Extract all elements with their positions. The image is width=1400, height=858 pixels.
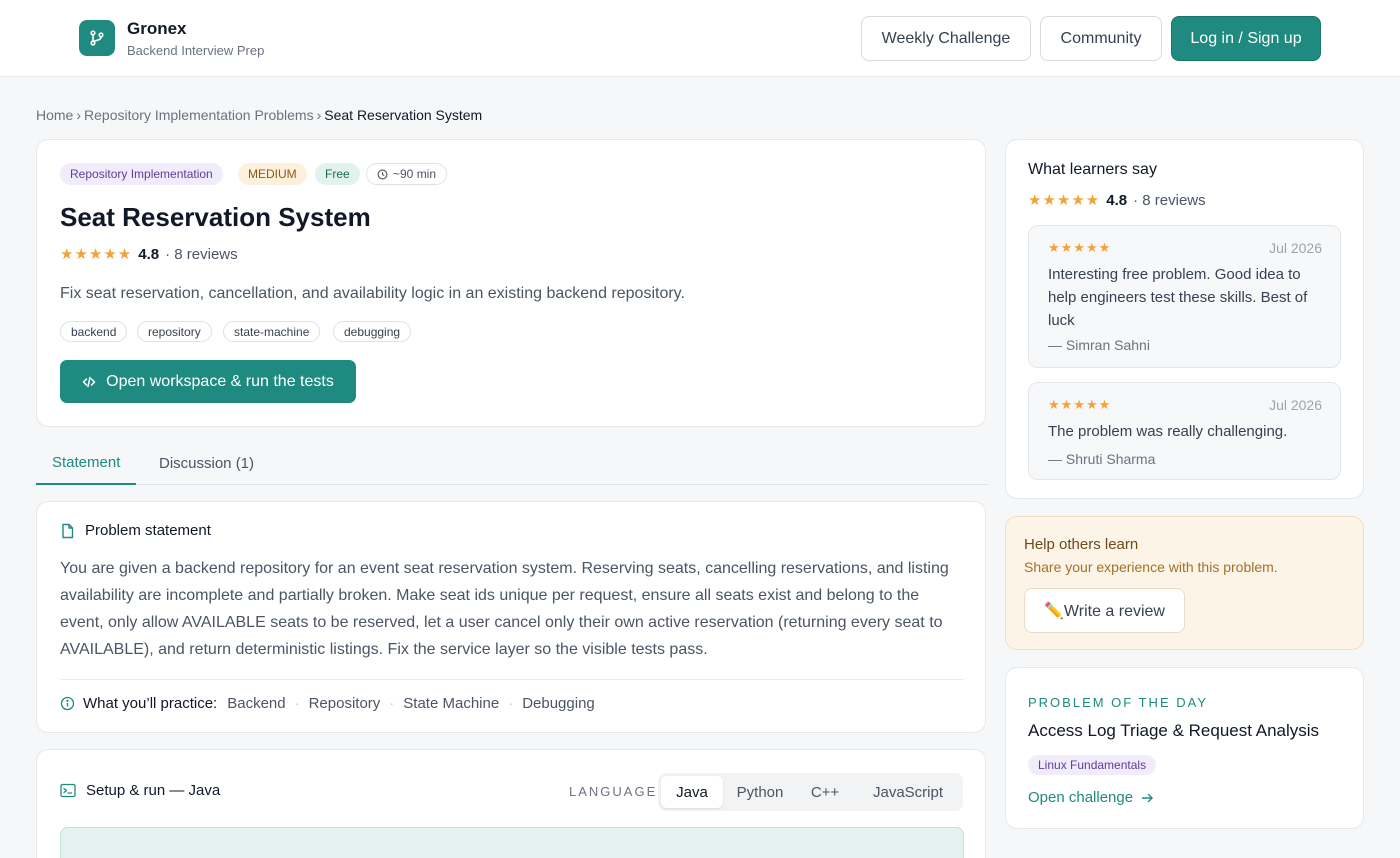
category-badge: Repository Implementation bbox=[60, 163, 223, 185]
review-text: Interesting free problem. Good idea to h… bbox=[1048, 266, 1308, 329]
terminal-icon bbox=[60, 783, 76, 798]
breadcrumb-section[interactable]: Repository Implementation Problems bbox=[84, 107, 314, 123]
weekly-challenge-button[interactable]: Weekly Challenge bbox=[861, 16, 1031, 61]
rating-score: 4.8 bbox=[1106, 191, 1128, 209]
top-navbar: Gronex Backend Interview Prep Weekly Cha… bbox=[0, 0, 1400, 77]
code-icon bbox=[82, 376, 96, 387]
review-author: — Simran Sahni bbox=[1048, 337, 1150, 353]
language-option-java[interactable]: Java bbox=[661, 776, 723, 808]
clock-icon bbox=[377, 169, 388, 179]
breadcrumb-separator: › bbox=[316, 107, 322, 123]
arrow-right-icon bbox=[1141, 793, 1153, 802]
tab-discussion[interactable]: Discussion (1) bbox=[143, 441, 270, 485]
open-workspace-button[interactable]: Open workspace & run the tests bbox=[60, 360, 356, 403]
tag-chip[interactable]: repository bbox=[137, 321, 212, 342]
practice-separator: · bbox=[508, 695, 514, 712]
open-challenge-link[interactable]: Open challenge bbox=[1028, 789, 1154, 806]
help-others-card: Help others learn Share your experience … bbox=[1005, 516, 1364, 650]
document-icon bbox=[62, 523, 74, 538]
overall-rating: ★★★★★ 4.8 · 8 reviews bbox=[1028, 191, 1206, 210]
language-option-javascript[interactable]: JavaScript bbox=[858, 776, 958, 808]
open-workspace-label: Open workspace & run the tests bbox=[106, 372, 334, 390]
star-rating-icon: ★★★★★ bbox=[1048, 240, 1112, 255]
review-author: — Shruti Sharma bbox=[1048, 451, 1156, 467]
tag-chip[interactable]: state-machine bbox=[223, 321, 321, 342]
practice-item: State Machine bbox=[403, 695, 500, 712]
reviews-card: What learners say ★★★★★ 4.8 · 8 reviews … bbox=[1005, 139, 1364, 499]
setup-run-card: Setup & run — Java LANGUAGE Java Python … bbox=[36, 749, 986, 858]
problem-description: Fix seat reservation, cancellation, and … bbox=[60, 285, 685, 302]
setup-heading: Setup & run — Java bbox=[60, 782, 220, 799]
review-date: Jul 2026 bbox=[1269, 397, 1322, 413]
difficulty-badge: MEDIUM bbox=[238, 163, 307, 185]
tag-chip[interactable]: backend bbox=[60, 321, 128, 342]
breadcrumb: Home › Repository Implementation Problems ›… bbox=[36, 107, 482, 123]
page-title: Seat Reservation System bbox=[60, 202, 371, 232]
breadcrumb-separator: › bbox=[76, 107, 82, 123]
problem-header-card: Repository Implementation MEDIUM Free ~9… bbox=[36, 139, 986, 427]
practice-separator: · bbox=[389, 695, 395, 712]
breadcrumb-current: Seat Reservation System bbox=[324, 107, 483, 123]
statement-heading-text: Problem statement bbox=[85, 522, 211, 539]
practice-separator: · bbox=[294, 695, 300, 712]
tag-chip[interactable]: debugging bbox=[333, 321, 412, 342]
setup-heading-text: Setup & run — Java bbox=[86, 782, 221, 799]
practice-skills: What you’ll practice: Backend · Reposito… bbox=[60, 695, 595, 712]
duration-text: ~90 min bbox=[393, 167, 437, 181]
star-rating-icon: ★★★★★ bbox=[1048, 397, 1112, 412]
language-selector: Java Python C++ JavaScript bbox=[658, 773, 963, 811]
language-label: LANGUAGE bbox=[569, 784, 658, 799]
star-rating-icon: ★★★★★ bbox=[60, 246, 133, 263]
rating-score: 4.8 bbox=[138, 245, 160, 263]
breadcrumb-home[interactable]: Home bbox=[36, 107, 73, 123]
review-item: ★★★★★ Jul 2026 The problem was really ch… bbox=[1028, 382, 1341, 480]
problem-rating: ★★★★★ 4.8 · 8 reviews bbox=[60, 245, 238, 264]
statement-body: You are given a backend repository for a… bbox=[60, 560, 949, 658]
review-text: The problem was really challenging. bbox=[1048, 423, 1288, 440]
language-option-python[interactable]: Python bbox=[728, 776, 792, 808]
practice-item: Debugging bbox=[522, 695, 595, 712]
community-button[interactable]: Community bbox=[1040, 16, 1162, 61]
git-branch-icon bbox=[90, 30, 104, 46]
brand-name[interactable]: Gronex bbox=[127, 19, 187, 39]
divider bbox=[60, 679, 964, 680]
potd-kicker: PROBLEM OF THE DAY bbox=[1028, 695, 1208, 710]
price-badge: Free bbox=[315, 163, 360, 185]
duration-badge: ~90 min bbox=[366, 163, 448, 185]
write-review-button[interactable]: ✏️Write a review bbox=[1024, 588, 1185, 633]
content-tabs: Statement Discussion (1) bbox=[36, 441, 988, 485]
problem-of-the-day-card: PROBLEM OF THE DAY Access Log Triage & R… bbox=[1005, 667, 1364, 829]
help-subtitle: Share your experience with this problem. bbox=[1024, 559, 1278, 575]
potd-category-badge: Linux Fundamentals bbox=[1028, 755, 1157, 775]
review-item: ★★★★★ Jul 2026 Interesting free problem.… bbox=[1028, 225, 1341, 368]
language-option-cpp[interactable]: C++ bbox=[798, 776, 852, 808]
practice-item: Backend bbox=[227, 695, 286, 712]
reviews-title: What learners say bbox=[1028, 161, 1157, 178]
brand-tagline: Backend Interview Prep bbox=[127, 43, 265, 58]
review-count[interactable]: · 8 reviews bbox=[165, 246, 238, 263]
review-date: Jul 2026 bbox=[1269, 240, 1322, 256]
logo[interactable] bbox=[79, 20, 115, 56]
info-icon bbox=[60, 696, 75, 711]
tab-statement[interactable]: Statement bbox=[36, 441, 137, 485]
star-rating-icon: ★★★★★ bbox=[1028, 192, 1101, 209]
setup-instructions-panel bbox=[60, 827, 964, 858]
open-challenge-label: Open challenge bbox=[1028, 789, 1134, 806]
practice-item: Repository bbox=[308, 695, 381, 712]
login-signup-button[interactable]: Log in / Sign up bbox=[1171, 16, 1321, 61]
help-title: Help others learn bbox=[1024, 536, 1139, 553]
problem-statement-card: Problem statement You are given a backen… bbox=[36, 501, 986, 733]
statement-heading: Problem statement bbox=[60, 522, 211, 539]
review-count: · 8 reviews bbox=[1133, 191, 1206, 209]
potd-title[interactable]: Access Log Triage & Request Analysis bbox=[1028, 721, 1319, 741]
practice-label: What you’ll practice: bbox=[83, 695, 218, 712]
